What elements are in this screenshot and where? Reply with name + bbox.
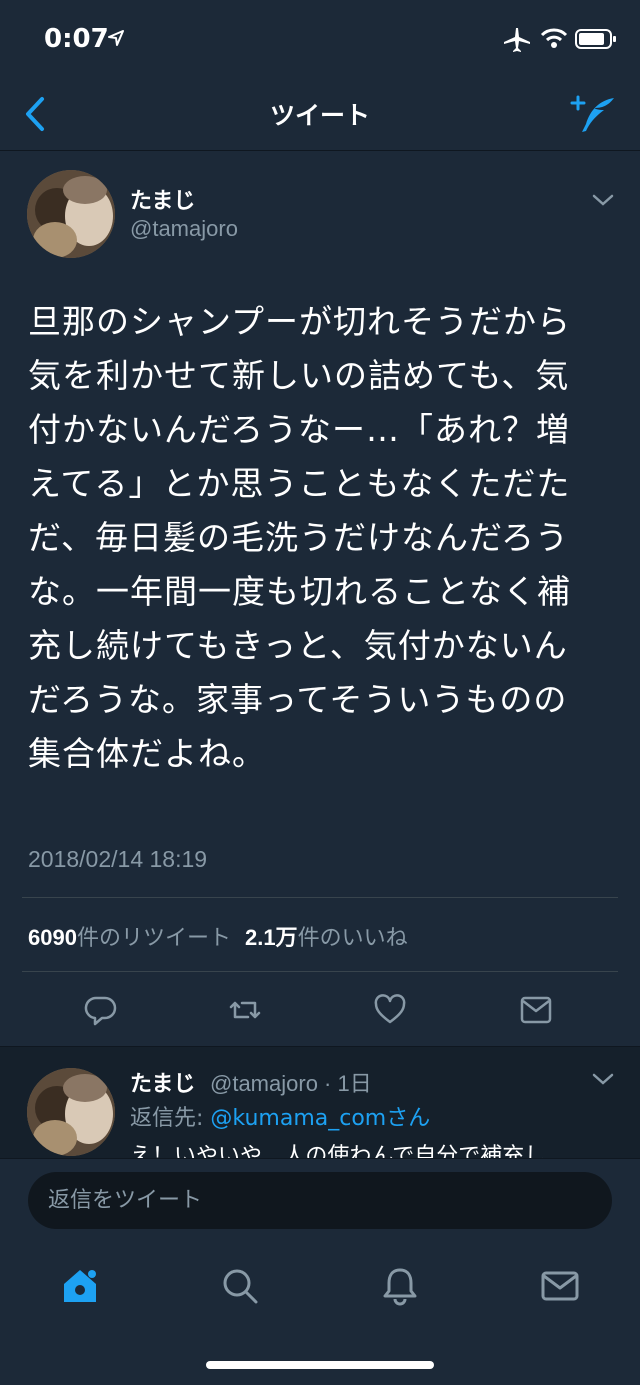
like-count[interactable]: 2.1万 bbox=[245, 925, 298, 950]
retweet-count[interactable]: 6090 bbox=[28, 925, 77, 950]
avatar-photo bbox=[27, 1068, 115, 1156]
page-title: ツイート bbox=[269, 101, 370, 130]
reply-to-user-link[interactable]: @kumama_comさん bbox=[210, 1106, 430, 1131]
tweet-stats: 6090件のリツイート 2.1万件のいいね bbox=[28, 920, 408, 952]
retweet-label[interactable]: 件のリツイート bbox=[77, 926, 231, 951]
search-icon[interactable] bbox=[220, 1266, 260, 1306]
like-icon[interactable] bbox=[373, 993, 407, 1027]
wifi-icon bbox=[540, 28, 568, 48]
divider bbox=[0, 1046, 640, 1047]
divider bbox=[22, 971, 618, 972]
airplane-icon bbox=[504, 28, 530, 52]
status-time: 0:07 bbox=[44, 24, 109, 54]
reply-to-label: 返信先: bbox=[130, 1106, 211, 1131]
author-handle[interactable]: @tamajoro bbox=[130, 216, 238, 242]
reply-text[interactable]: え！いやいや、人の使わんで自分で補充し bbox=[130, 1138, 620, 1158]
reply-to: 返信先: @kumama_comさん bbox=[130, 1100, 430, 1132]
reply-icon[interactable] bbox=[84, 993, 118, 1027]
home-icon[interactable] bbox=[60, 1266, 100, 1306]
location-arrow-icon bbox=[108, 30, 124, 46]
reply-handle-time[interactable]: @tamajoro · 1日 bbox=[210, 1066, 372, 1098]
avatar[interactable] bbox=[27, 170, 115, 258]
notifications-icon[interactable] bbox=[380, 1266, 420, 1306]
compose-tweet-icon[interactable] bbox=[570, 94, 616, 134]
chevron-down-icon[interactable] bbox=[592, 193, 614, 207]
tweet-text: 旦那のシャンプーが切れそうだから気を利かせて新しいの詰めても、気付かないんだろう… bbox=[28, 302, 572, 773]
retweet-icon[interactable] bbox=[228, 993, 262, 1027]
like-label[interactable]: 件のいいね bbox=[298, 926, 408, 951]
avatar-photo bbox=[27, 170, 115, 258]
battery-icon bbox=[575, 29, 616, 49]
reply-input[interactable]: 返信をツイート bbox=[28, 1172, 612, 1229]
tweet-timestamp: 2018/02/14 18:19 bbox=[28, 846, 208, 872]
author-name[interactable]: たまじ bbox=[130, 183, 195, 215]
share-icon[interactable] bbox=[519, 993, 553, 1027]
messages-icon[interactable] bbox=[540, 1266, 580, 1306]
divider bbox=[22, 897, 618, 898]
home-indicator[interactable] bbox=[206, 1361, 434, 1369]
chevron-down-icon[interactable] bbox=[592, 1072, 614, 1086]
reply-author-name[interactable]: たまじ bbox=[130, 1066, 195, 1098]
avatar[interactable] bbox=[27, 1068, 115, 1156]
